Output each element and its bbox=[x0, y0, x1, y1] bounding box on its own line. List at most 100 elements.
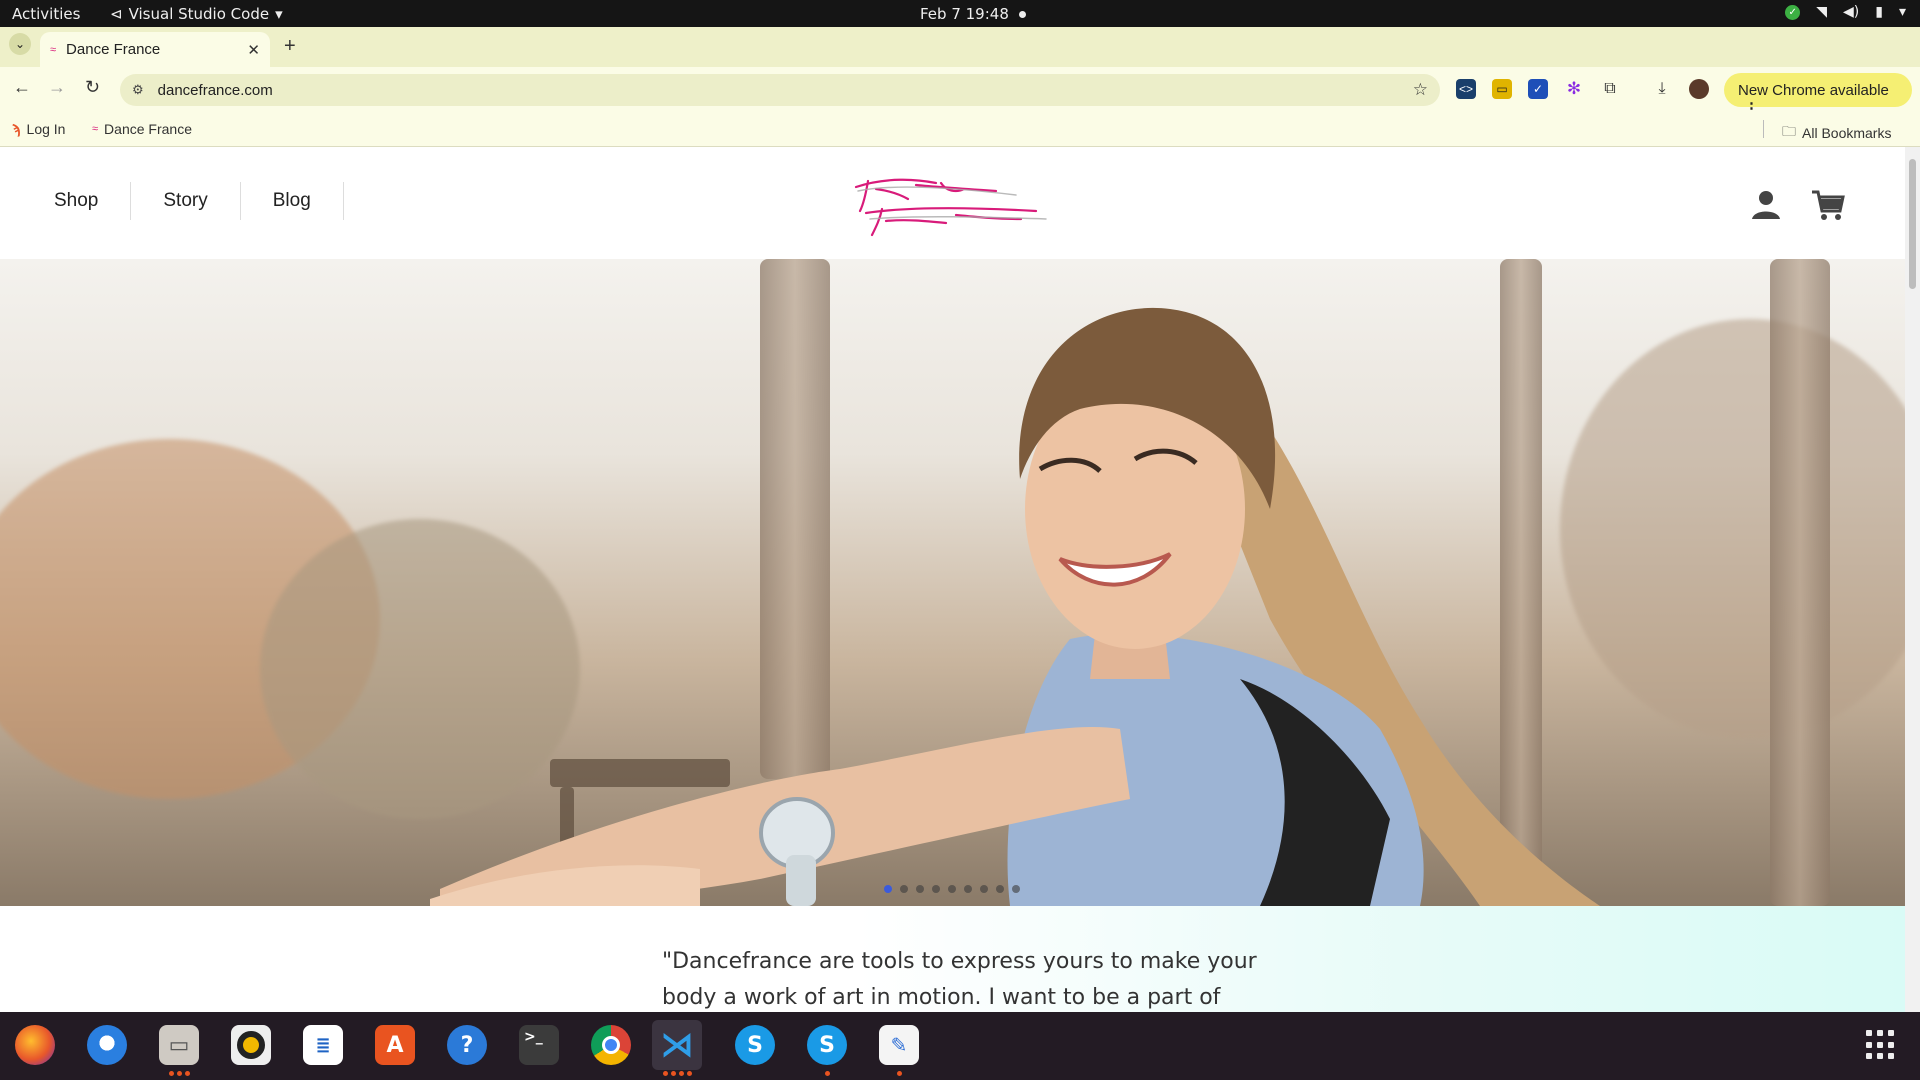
cart-icon[interactable] bbox=[1810, 187, 1846, 223]
clock[interactable]: Feb 7 19:48 bbox=[920, 5, 1026, 23]
nav-blog[interactable]: Blog bbox=[241, 182, 344, 220]
page-scrollbar[interactable] bbox=[1905, 147, 1920, 1012]
vscode-icon: ⋊ bbox=[660, 1025, 694, 1065]
activities-button[interactable]: Activities bbox=[12, 5, 80, 23]
hero-carousel[interactable] bbox=[0, 259, 1905, 906]
dock-thunderbird[interactable] bbox=[82, 1020, 132, 1070]
dock-app-center[interactable]: A bbox=[370, 1020, 420, 1070]
app-menu[interactable]: ⊲ Visual Studio Code ▾ bbox=[110, 5, 283, 23]
power-menu-chevron-icon[interactable]: ▾ bbox=[1899, 4, 1906, 20]
skype-icon: S bbox=[807, 1025, 847, 1065]
new-tab-button[interactable]: + bbox=[284, 35, 296, 58]
all-bookmarks-button[interactable]: 🗀 All Bookmarks bbox=[1782, 121, 1891, 145]
profile-avatar[interactable] bbox=[1689, 79, 1709, 99]
carousel-dots bbox=[884, 885, 1020, 893]
help-icon: ? bbox=[447, 1025, 487, 1065]
site-nav: Shop Story Blog bbox=[22, 182, 344, 220]
founder-quote: "Dancefrance are tools to express yours … bbox=[662, 949, 1257, 1010]
show-apps-grid-icon[interactable] bbox=[1866, 1030, 1896, 1060]
close-icon[interactable]: ✕ bbox=[247, 41, 260, 59]
hero-photo-athlete bbox=[430, 307, 1600, 906]
nav-shop[interactable]: Shop bbox=[22, 182, 132, 220]
system-top-bar: Activities ⊲ Visual Studio Code ▾ Feb 7 … bbox=[0, 0, 1920, 27]
bookmarks-divider bbox=[1763, 120, 1764, 138]
running-indicator bbox=[154, 1071, 204, 1076]
skype-icon: S bbox=[735, 1025, 775, 1065]
dock: ▭ ≣ A ? >_ ⋊ S S ✎ bbox=[0, 1012, 1920, 1080]
dance-france-logo[interactable] bbox=[846, 169, 1056, 241]
extension-flower-icon[interactable]: ✻ bbox=[1564, 79, 1584, 99]
dance-france-favicon-icon: ≈ bbox=[92, 123, 99, 135]
dock-text-editor[interactable]: ✎ bbox=[874, 1020, 924, 1076]
rhythmbox-icon bbox=[231, 1025, 271, 1065]
carousel-dot[interactable] bbox=[964, 885, 972, 893]
dock-files[interactable]: ▭ bbox=[154, 1020, 204, 1076]
system-tray[interactable]: ✓ ◥ ◀) ▮ ▾ bbox=[1785, 4, 1906, 20]
update-check-icon[interactable]: ✓ bbox=[1785, 4, 1801, 20]
bookmark-login[interactable]: ϡ Log In bbox=[12, 121, 65, 137]
new-chrome-label: New Chrome available bbox=[1738, 82, 1889, 99]
tab-search-button[interactable]: ⌄ bbox=[9, 33, 31, 55]
dock-vscode[interactable]: ⋊ bbox=[652, 1020, 702, 1076]
bookmark-dance-france[interactable]: ≈ Dance France bbox=[92, 121, 192, 137]
tab-strip: ⌄ ≈ Dance France ✕ + bbox=[0, 27, 1920, 67]
volume-icon[interactable]: ◀) bbox=[1843, 4, 1859, 20]
carousel-dot[interactable] bbox=[916, 885, 924, 893]
bookmark-dance-france-label: Dance France bbox=[104, 121, 192, 137]
site-info-icon[interactable]: ⚙ bbox=[132, 82, 144, 98]
dance-france-favicon-icon: ≈ bbox=[50, 43, 57, 56]
nav-story[interactable]: Story bbox=[131, 182, 241, 220]
tab-title: Dance France bbox=[66, 41, 161, 58]
dock-writer[interactable]: ≣ bbox=[298, 1020, 348, 1070]
carousel-dot[interactable] bbox=[932, 885, 940, 893]
vscode-small-icon: ⊲ bbox=[110, 5, 123, 23]
extension-card-icon[interactable]: ▭ bbox=[1492, 79, 1512, 99]
folder-icon: 🗀 bbox=[1782, 123, 1796, 139]
bookmark-star-icon[interactable]: ☆ bbox=[1413, 80, 1428, 100]
carousel-dot[interactable] bbox=[1012, 885, 1020, 893]
carousel-dot[interactable] bbox=[900, 885, 908, 893]
carousel-dot[interactable] bbox=[948, 885, 956, 893]
dock-skype-2[interactable]: S bbox=[802, 1020, 852, 1076]
text-editor-icon: ✎ bbox=[879, 1025, 919, 1065]
url-text[interactable]: dancefrance.com bbox=[158, 82, 1413, 99]
files-icon: ▭ bbox=[159, 1025, 199, 1065]
browser-toolbar: ← → ↻ ⚙ dancefrance.com ☆ <> ▭ ✓ ✻ ⧉ ⤓ N… bbox=[0, 67, 1920, 117]
running-indicator bbox=[874, 1071, 924, 1076]
dock-terminal[interactable]: >_ bbox=[514, 1020, 564, 1070]
all-bookmarks-label: All Bookmarks bbox=[1802, 125, 1892, 141]
address-bar[interactable]: ⚙ dancefrance.com ☆ bbox=[120, 74, 1440, 106]
dock-firefox[interactable] bbox=[10, 1020, 60, 1070]
extension-check-icon[interactable]: ✓ bbox=[1528, 79, 1548, 99]
dock-help[interactable]: ? bbox=[442, 1020, 492, 1070]
dock-rhythmbox[interactable] bbox=[226, 1020, 276, 1070]
writer-icon: ≣ bbox=[303, 1025, 343, 1065]
tab-dance-france[interactable]: ≈ Dance France ✕ bbox=[40, 32, 270, 67]
dock-chrome[interactable] bbox=[586, 1020, 636, 1070]
carousel-dot[interactable] bbox=[884, 885, 892, 893]
battery-icon[interactable]: ▮ bbox=[1875, 4, 1883, 20]
account-icon[interactable] bbox=[1748, 187, 1784, 223]
new-chrome-available-button[interactable]: New Chrome available ⋮ bbox=[1724, 73, 1912, 117]
dock-skype-1[interactable]: S bbox=[730, 1020, 780, 1070]
downloads-icon[interactable]: ⤓ bbox=[1652, 79, 1672, 99]
forward-icon[interactable]: → bbox=[48, 77, 66, 98]
app-center-icon: A bbox=[375, 1025, 415, 1065]
back-icon[interactable]: ← bbox=[13, 77, 31, 98]
carousel-dot[interactable] bbox=[980, 885, 988, 893]
quote-section: "Dancefrance are tools to express yours … bbox=[0, 906, 1905, 1012]
carousel-dot[interactable] bbox=[996, 885, 1004, 893]
app-menu-label: Visual Studio Code bbox=[128, 5, 270, 23]
running-indicator bbox=[802, 1071, 852, 1076]
running-indicator bbox=[652, 1071, 702, 1076]
wifi-icon[interactable]: ◥ bbox=[1816, 4, 1827, 20]
extensions-puzzle-icon[interactable]: ⧉ bbox=[1600, 79, 1620, 99]
login-favicon-icon: ϡ bbox=[12, 121, 21, 137]
notification-dot-icon bbox=[1018, 10, 1026, 18]
datetime-label: Feb 7 19:48 bbox=[920, 5, 1009, 23]
bookmarks-bar: ϡ Log In ≈ Dance France 🗀 All Bookmarks bbox=[0, 112, 1920, 147]
chrome-icon bbox=[591, 1025, 631, 1065]
extension-code-icon[interactable]: <> bbox=[1456, 79, 1476, 99]
scrollbar-thumb[interactable] bbox=[1909, 159, 1916, 289]
reload-icon[interactable]: ↻ bbox=[85, 77, 100, 98]
